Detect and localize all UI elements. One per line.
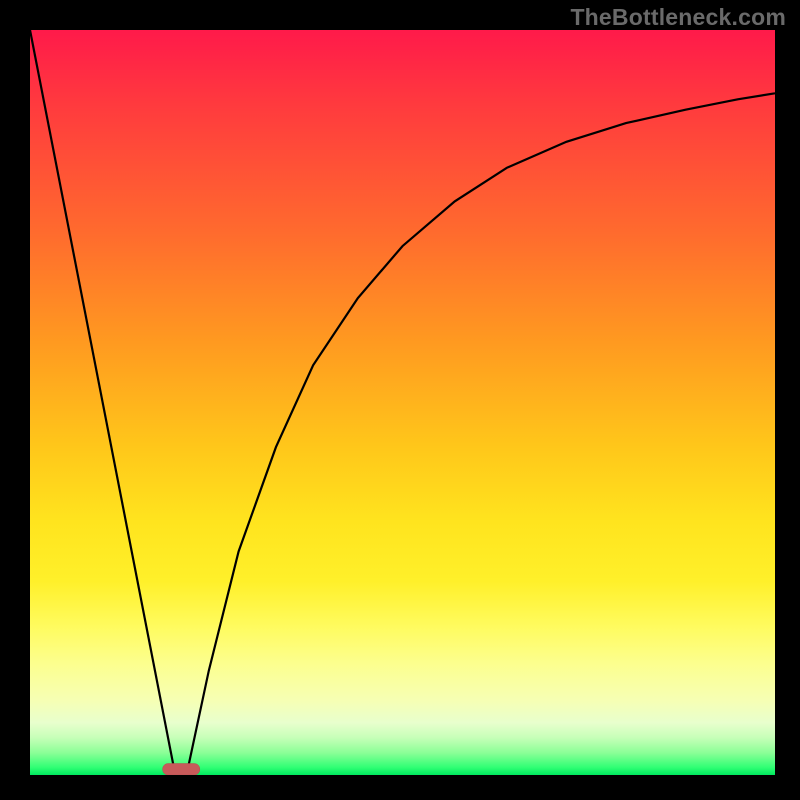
- chart-frame: TheBottleneck.com: [0, 0, 800, 800]
- curve-layer: [30, 30, 775, 775]
- plot-area: [30, 30, 775, 775]
- optimal-marker: [163, 764, 200, 776]
- watermark-text: TheBottleneck.com: [570, 4, 786, 31]
- left-curve: [30, 30, 175, 775]
- right-curve: [187, 93, 776, 775]
